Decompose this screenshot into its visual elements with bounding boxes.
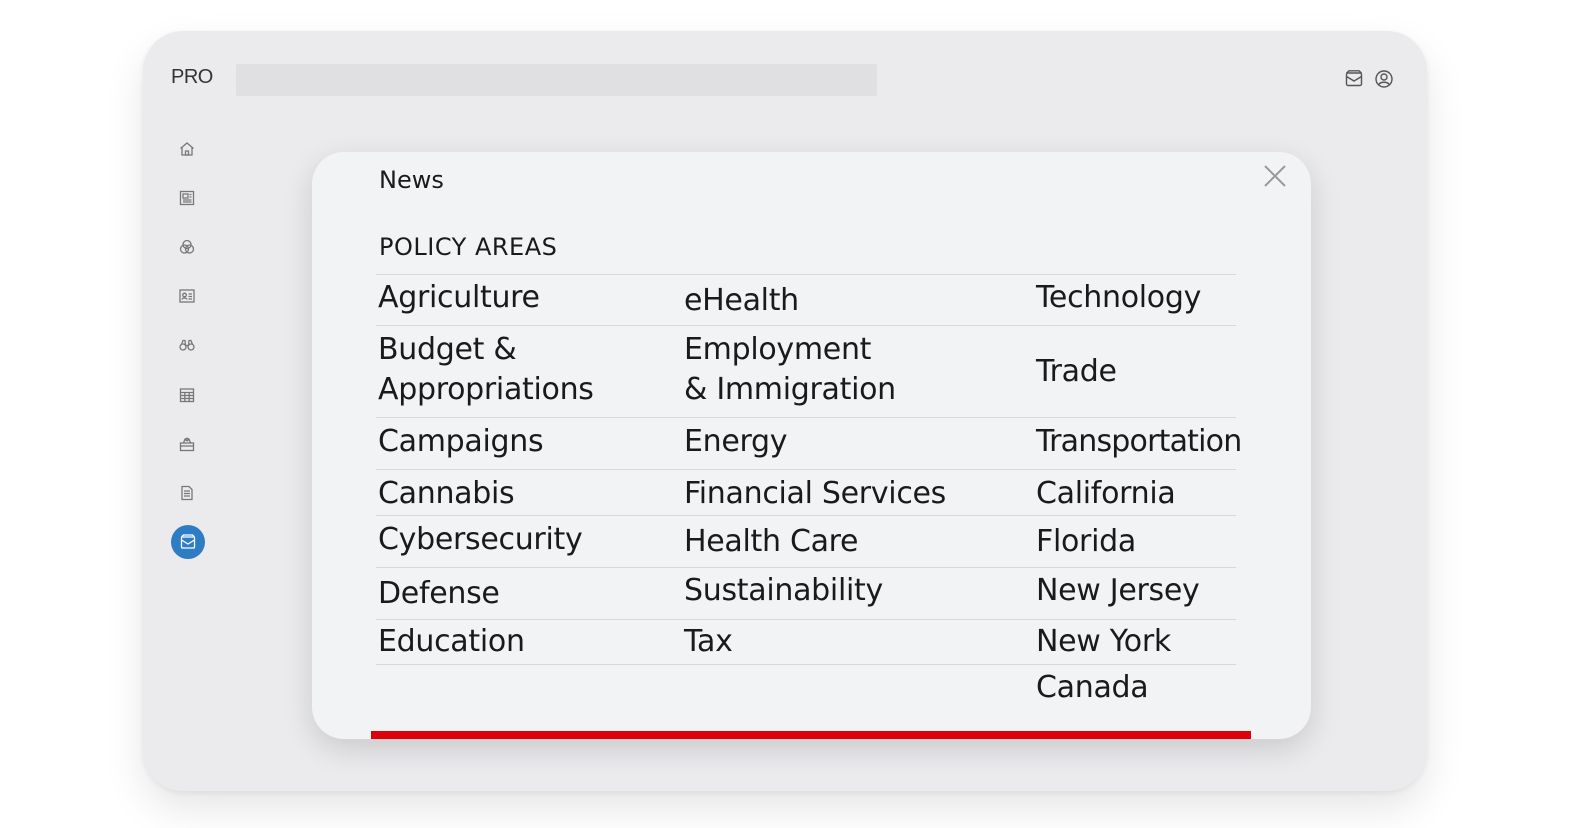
policy-link-agriculture[interactable]: Agriculture xyxy=(378,278,540,318)
policy-link-tax[interactable]: Tax xyxy=(684,622,733,662)
document-icon[interactable] xyxy=(176,482,198,504)
policy-link-education[interactable]: Education xyxy=(378,622,525,662)
divider xyxy=(376,325,1236,326)
divider xyxy=(376,417,1236,418)
policy-link-employment[interactable]: Employment xyxy=(684,330,871,370)
contact-card-icon[interactable] xyxy=(176,285,198,307)
divider xyxy=(376,619,1236,620)
divider xyxy=(376,469,1236,470)
policy-link-energy[interactable]: Energy xyxy=(684,422,788,462)
policy-link-budget[interactable]: Budget & xyxy=(378,330,517,370)
policy-link-cannabis[interactable]: Cannabis xyxy=(378,474,515,514)
policy-link-transportation[interactable]: Transportation xyxy=(1036,422,1242,462)
venn-icon[interactable] xyxy=(176,236,198,258)
policy-link-sustainability[interactable]: Sustainability xyxy=(684,571,883,611)
home-icon[interactable] xyxy=(176,138,198,160)
policy-link-technology[interactable]: Technology xyxy=(1036,278,1201,318)
policy-link-financial-services[interactable]: Financial Services xyxy=(684,474,946,514)
policy-link-health-care[interactable]: Health Care xyxy=(684,522,859,562)
policy-link-trade[interactable]: Trade xyxy=(1036,352,1117,392)
policy-link-ehealth[interactable]: eHealth xyxy=(684,281,799,321)
policy-link-new-jersey[interactable]: New Jersey xyxy=(1036,571,1200,611)
accent-bar xyxy=(371,731,1251,739)
policy-link-defense[interactable]: Defense xyxy=(378,574,500,614)
modal-title: News xyxy=(379,166,444,194)
search-bar[interactable] xyxy=(236,64,877,96)
divider xyxy=(376,567,1236,568)
policy-link-canada[interactable]: Canada xyxy=(1036,668,1149,708)
divider xyxy=(376,664,1236,665)
policy-link-appropriations[interactable]: Appropriations xyxy=(378,370,594,410)
policy-link-cybersecurity[interactable]: Cybersecurity xyxy=(378,520,583,560)
policy-link-campaigns[interactable]: Campaigns xyxy=(378,422,544,462)
calendar-icon[interactable] xyxy=(176,384,198,406)
inbox-nav-icon[interactable] xyxy=(171,525,205,559)
close-icon[interactable] xyxy=(1262,163,1288,189)
policy-link-california[interactable]: California xyxy=(1036,474,1176,514)
binoculars-icon[interactable] xyxy=(176,334,198,356)
policy-link-new-york[interactable]: New York xyxy=(1036,622,1171,662)
section-title: POLICY AREAS xyxy=(379,233,558,261)
briefcase-icon[interactable] xyxy=(176,433,198,455)
divider xyxy=(376,274,1236,275)
inbox-icon[interactable] xyxy=(1344,69,1364,89)
divider xyxy=(376,515,1236,516)
pro-logo: PRO xyxy=(171,66,213,88)
user-icon[interactable] xyxy=(1374,69,1394,89)
policy-link-florida[interactable]: Florida xyxy=(1036,522,1136,562)
policy-link-immigration[interactable]: & Immigration xyxy=(684,370,896,410)
newspaper-icon[interactable] xyxy=(176,187,198,209)
